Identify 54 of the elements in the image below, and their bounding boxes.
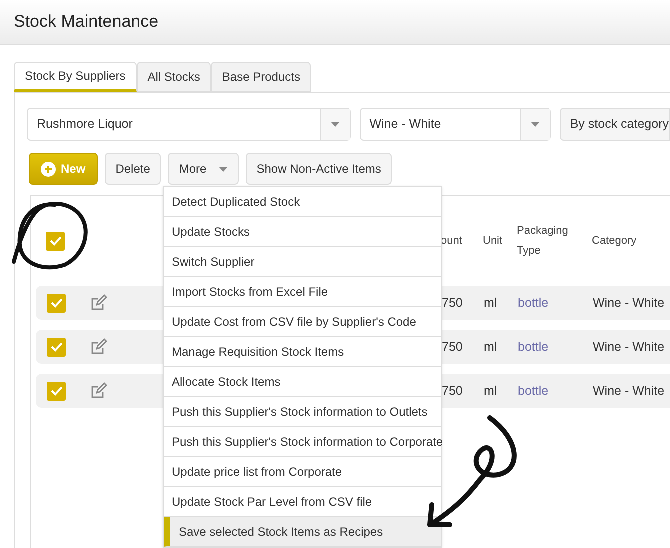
edit-icon[interactable] — [90, 382, 108, 400]
menu-item[interactable]: Manage Requisition Stock Items — [164, 337, 441, 367]
toolbar-button[interactable]: Show Non-Active Items — [246, 153, 392, 185]
menu-item[interactable]: Save selected Stock Items as Recipes — [164, 517, 441, 547]
menu-item[interactable]: Update Cost from CSV file by Supplier's Code — [164, 307, 441, 337]
check-icon — [50, 386, 62, 396]
edit-icon[interactable] — [90, 338, 108, 356]
menu-item[interactable]: Import Stocks from Excel File — [164, 277, 441, 307]
caret-icon — [218, 166, 228, 172]
caret-icon — [330, 122, 340, 127]
more-button[interactable]: More — [168, 153, 239, 185]
toolbar-button[interactable]: Delete — [104, 153, 162, 185]
tab[interactable]: Stock By Suppliers — [14, 62, 137, 92]
menu-item[interactable]: Detect Duplicated Stock — [164, 187, 441, 217]
stock-category-button[interactable]: By stock category — [560, 108, 670, 141]
table-cell-text: ml — [484, 382, 498, 400]
table-cell-text: ml — [484, 294, 498, 312]
column-header: Category — [592, 234, 637, 249]
caret-icon — [531, 122, 540, 127]
table-cell-text: 750 — [442, 382, 464, 400]
menu-item[interactable]: Switch Supplier — [164, 247, 441, 277]
select-value: Wine - White — [368, 116, 442, 134]
check-icon — [50, 236, 62, 246]
column-header: Unit — [483, 234, 503, 249]
packaging-link[interactable]: bottle — [518, 382, 593, 400]
table-cell-text: Wine - White — [593, 382, 666, 400]
edit-icon[interactable] — [90, 294, 108, 312]
menu-item[interactable]: Allocate Stock Items — [164, 367, 441, 397]
checkbox[interactable] — [47, 382, 66, 400]
check-icon — [50, 298, 62, 308]
table-cell-text: 750 — [442, 338, 464, 356]
select-value: Rushmore Liquor — [36, 116, 134, 134]
menu-item[interactable]: Push this Supplier's Stock information to Corporate — [164, 427, 441, 457]
column-header: Packaging Type — [517, 224, 570, 259]
packaging-link[interactable]: bottle — [518, 294, 593, 312]
packaging-link[interactable]: bottle — [518, 338, 593, 356]
supplier-select[interactable]: Rushmore Liquor — [27, 108, 351, 141]
table-cell-text: Wine - White — [593, 294, 666, 312]
table-cell-text: Wine - White — [593, 338, 666, 356]
page-title: Stock Maintenance — [14, 11, 159, 34]
menu-item[interactable]: Update price list from Corporate — [164, 457, 441, 487]
checkbox[interactable] — [47, 294, 66, 312]
plus-icon — [41, 162, 56, 176]
table-cell-text: ml — [484, 338, 498, 356]
checkbox[interactable] — [47, 338, 66, 356]
checkbox[interactable] — [46, 232, 65, 250]
tab[interactable]: All Stocks — [136, 62, 212, 92]
check-icon — [50, 342, 62, 352]
category-select[interactable]: Wine - White — [360, 108, 552, 141]
table-cell-text: 750 — [442, 294, 464, 312]
column-header: ount — [441, 234, 462, 249]
menu-item[interactable]: Push this Supplier's Stock information to Outlets — [164, 397, 441, 427]
menu-item[interactable]: Update Stocks — [164, 217, 441, 247]
tab[interactable]: Base Products — [211, 62, 312, 92]
